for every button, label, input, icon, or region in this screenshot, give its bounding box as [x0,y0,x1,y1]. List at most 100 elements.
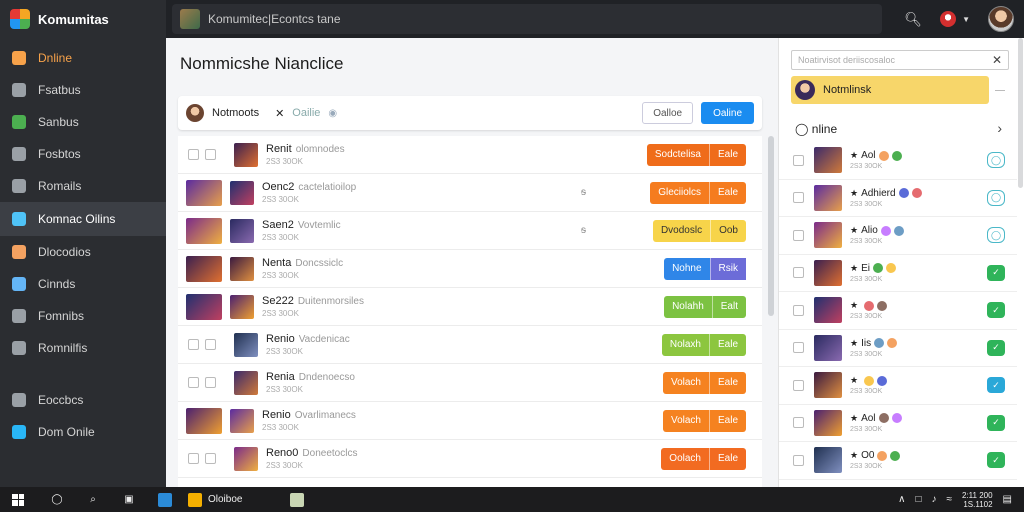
online-row-checkbox[interactable] [793,192,804,204]
table-row[interactable]: Renio Vacdenicac 2S3 30OK Nolaxh Eale [178,326,762,364]
wifi-icon[interactable]: ≈ [947,494,953,505]
row-action-badge[interactable]: Oolach Eale [661,447,746,470]
cortana-circle-icon[interactable]: ◯ [50,493,64,507]
brand[interactable]: Komumitas [0,0,166,38]
online-row-checkbox[interactable] [793,304,804,316]
sidebar-item-10[interactable]: Eoccbcs [0,384,166,416]
row-checkbox[interactable] [188,377,199,388]
file-explorer-icon[interactable] [158,492,172,507]
row-action-badge[interactable]: Nohne Rsik [664,257,746,280]
app-logo-icon [10,9,30,29]
row-action-badge[interactable]: Nolahh Ealt [664,295,746,318]
secondary-button[interactable]: Oalloe [642,102,694,124]
sidebar-item-5[interactable]: Komnac Oilins [0,202,166,236]
search-bar[interactable]: Komumitec|Econtcs tane [172,4,882,34]
status-toggle-icon[interactable]: ✓ [987,339,1005,356]
volume-icon[interactable]: ♪ [932,494,937,505]
list-item[interactable]: ★ Ei 2S3 30OK ✓ [779,255,1017,292]
row-checkbox[interactable] [188,149,199,160]
right-search-input[interactable]: Noatirvisot deriiscosaloc ✕ [791,50,1009,70]
row-action-badge[interactable]: Sodctelisa Eale [646,143,746,166]
row-checkbox-secondary[interactable] [205,339,216,350]
sidebar-item-11[interactable]: Dom Onile [0,416,166,448]
row-action-badge[interactable]: Nolaxh Eale [661,333,746,356]
notification-icon[interactable]: ▤ [1003,494,1012,505]
row-checkbox[interactable] [188,339,199,350]
online-row-checkbox[interactable] [793,229,804,241]
windows-start-icon[interactable] [12,493,24,506]
chevron-up-icon[interactable]: ∧ [898,494,905,505]
row-checkbox-secondary[interactable] [205,149,216,160]
row-action-badge[interactable]: Volach Eale [662,409,746,432]
network-icon[interactable]: □ [915,494,921,505]
list-item[interactable]: ★ 2S3 30OK ✓ [779,367,1017,405]
clock[interactable]: 2:11 200 1S.1102 [962,491,993,509]
list-item[interactable]: ★ Aol 2S3 30OK ✓ [779,405,1017,442]
sidebar-item-4[interactable]: Romails [0,170,166,202]
badge-secondary-label: Eale [708,409,746,432]
status-toggle-icon[interactable]: ✓ [987,302,1005,319]
sidebar-item-8[interactable]: Fomnibs [0,300,166,332]
online-row-checkbox[interactable] [793,379,804,391]
profile-menu[interactable]: ▼ [940,11,970,27]
sidebar-item-2[interactable]: Sanbus [0,106,166,138]
sidebar-item-3[interactable]: Fosbtos [0,138,166,170]
online-row-checkbox[interactable] [793,154,804,166]
taskbar-app[interactable]: Oloiboe [188,492,242,507]
online-section-title[interactable]: ◯ nline [795,122,837,136]
list-item[interactable]: ★ Adhierd 2S3 30OK ◯ [779,180,1017,217]
row-action-badge[interactable]: Dvodoslc Oob [652,219,746,242]
row-title-text: Renia [266,371,295,383]
row-checkbox-secondary[interactable] [205,377,216,388]
primary-button[interactable]: Oaline [701,102,754,124]
status-toggle-icon[interactable]: ◯ [987,227,1005,244]
online-row-checkbox[interactable] [793,342,804,354]
sidebar-item-0[interactable]: Dnline [0,42,166,74]
right-scrollbar[interactable] [1018,38,1023,188]
list-item[interactable]: ★ Iis 2S3 30OK ✓ [779,330,1017,367]
table-row[interactable]: Renio Ovarlimanecs 2S3 30OK Volach Eale [178,402,762,440]
sidebar-item-6[interactable]: Dlocodios [0,236,166,268]
status-toggle-icon[interactable]: ✓ [987,452,1005,469]
table-row[interactable]: Renit olomnodes 2S3 30OK Sodctelisa Eale [178,136,762,174]
row-checkbox-secondary[interactable] [205,453,216,464]
status-toggle-icon[interactable]: ◯ [987,189,1005,206]
row-text: Nenta Doncssiclc 2S3 30OK [262,257,343,280]
shuffle-icon[interactable]: ✕ [275,107,284,120]
table-row[interactable]: Reno0 Doneetoclcs 2S3 30OK Oolach Eale [178,440,762,478]
table-row[interactable]: Se222 Duitenmorsiles 2S3 30OK Nolahh Ealt [178,288,762,326]
highlight-card[interactable]: Notmlinsk [791,76,989,104]
close-icon[interactable]: ✕ [992,53,1002,67]
status-toggle-icon[interactable]: ✓ [987,414,1005,431]
table-row[interactable]: Nenta Doncssiclc 2S3 30OK Nohne Rsik [178,250,762,288]
list-item[interactable]: ★ Alio 2S3 30OK ◯ [779,217,1017,255]
online-row-checkbox[interactable] [793,417,804,429]
list-item[interactable]: ★ O0 2S3 30OK ✓ [779,442,1017,480]
sidebar-item-9[interactable]: Romnilfis [0,332,166,364]
row-action-badge[interactable]: Gleciiolcs Eale [650,181,746,204]
list-item[interactable]: ★ 2S3 30OK ✓ [779,292,1017,330]
store-icon[interactable] [290,492,305,507]
task-view-icon[interactable]: ▣ [122,493,136,507]
table-row[interactable]: Renia Dndenoecso 2S3 30OK Volach Eale [178,364,762,402]
sidebar-item-1[interactable]: Fsatbus [0,74,166,106]
online-row-text: ★ Aol 2S3 30OK [850,150,902,170]
list-item[interactable]: ★ Aol 2S3 30OK ◯ [779,142,1017,180]
status-toggle-icon[interactable]: ◯ [987,152,1005,169]
status-toggle-icon[interactable]: ✓ [987,377,1005,394]
row-text: Renio Vacdenicac 2S3 30OK [266,333,350,356]
table-row[interactable]: Oenc2 cactelatioilop 2S3 30OK ᵴ Gleciiolc… [178,174,762,212]
list-scrollbar[interactable] [768,136,774,316]
online-row-checkbox[interactable] [793,267,804,279]
status-toggle-icon[interactable]: ✓ [987,264,1005,281]
chevron-right-icon[interactable]: › [997,120,1002,136]
online-row-checkbox[interactable] [793,454,804,466]
table-row[interactable]: Saen2 Vovtemlic 2S3 30OK ᵴ Dvodoslc Oob [178,212,762,250]
row-action-badge[interactable]: Volach Eale [662,371,746,394]
row-checkbox[interactable] [188,453,199,464]
search-text: Komumitec|Econtcs tane [208,12,341,26]
user-avatar[interactable] [988,6,1014,32]
search-icon[interactable]: 🔍︎ [904,11,922,28]
search-icon[interactable]: ⌕ [86,493,100,507]
sidebar-item-7[interactable]: Cinnds [0,268,166,300]
